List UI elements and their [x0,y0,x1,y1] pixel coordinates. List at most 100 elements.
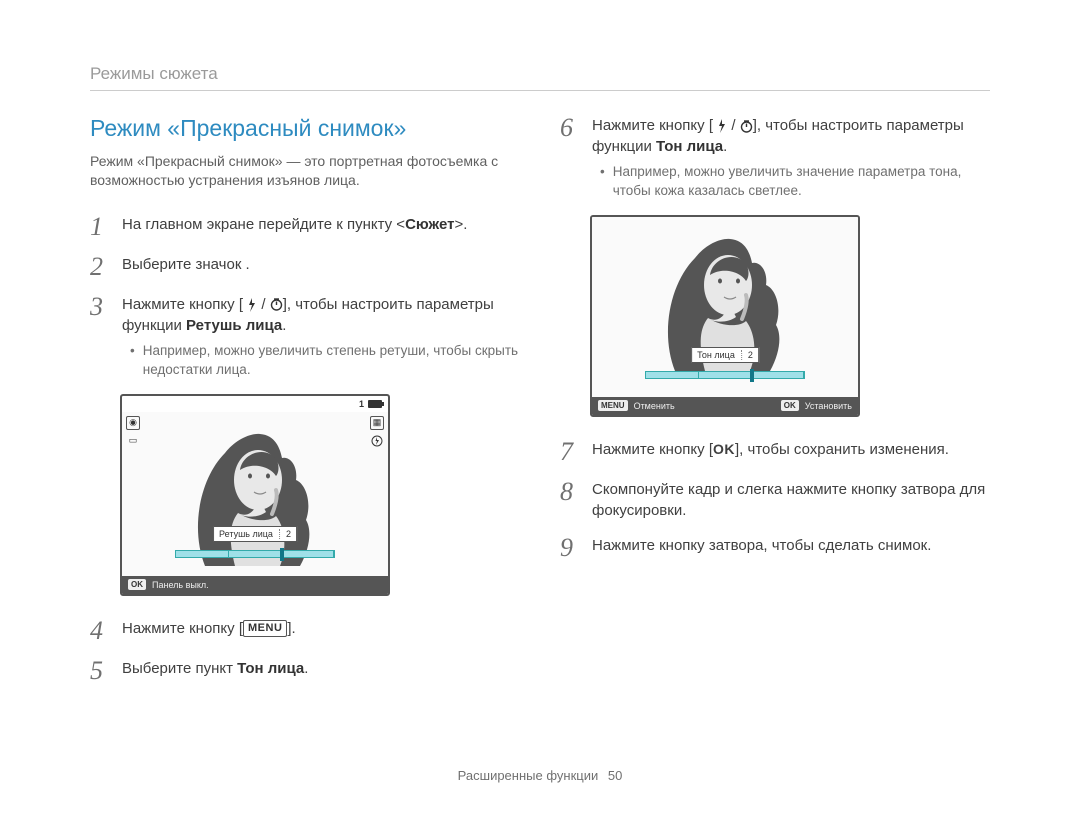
step-number: 6 [560,115,580,201]
page-footer: Расширенные функции 50 [0,768,1080,783]
step-text: На главном экране перейдите к пункту <Сю… [122,214,520,240]
lcd-screen: 1 ◉ ▭ ▦ [120,394,390,596]
param-value: 2 [286,529,291,539]
step-text-bold: Ретушь лица [186,317,282,334]
step-8: 8 Скомпонуйте кадр и слегка нажмите кноп… [560,479,990,521]
battery-icon [368,400,382,408]
lcd-foot-bar: MENU Отменить OK Установить [592,397,858,415]
step-text: Выберите значок . [122,254,520,280]
lcd-icon-col-left: ◉ ▭ [126,416,140,448]
step-number: 8 [560,479,580,521]
section-header: Режимы сюжета [90,64,990,84]
step-number: 1 [90,214,110,240]
slider-thumb [280,548,284,561]
step-2: 2 Выберите значок . [90,254,520,280]
step-9: 9 Нажмите кнопку затвора, чтобы сделать … [560,535,990,561]
mode-icon: ◉ [126,416,140,430]
step-6: 6 Нажмите кнопку [ / ], чтобы настроить … [560,115,990,201]
lcd-body: ◉ ▭ ▦ [122,412,388,576]
lcd-top-bar: 1 [122,396,388,412]
portrait-illustration [180,418,330,566]
two-column-layout: Режим «Прекрасный снимок» Режим «Прекрас… [90,115,990,698]
step-3: 3 Нажмите кнопку [ / ], чтобы настроить … [90,294,520,380]
timer-icon [270,298,283,311]
step-text-pre: На главном экране перейдите к пункту < [122,216,405,233]
step-text-post: ], чтобы сохранить изменения. [735,441,949,458]
step-text: Нажмите кнопку [ / ], чтобы настроить па… [122,294,520,380]
right-column: 6 Нажмите кнопку [ / ], чтобы настроить … [560,115,990,698]
footer-section: Расширенные функции [458,768,599,783]
step-text: Нажмите кнопку затвора, чтобы сделать сн… [592,535,990,561]
foot-text: Панель выкл. [152,580,209,590]
foot-cancel-text: Отменить [634,401,675,411]
slider-track [645,371,805,379]
left-column: Режим «Прекрасный снимок» Режим «Прекрас… [90,115,520,698]
slider-thumb [750,369,754,382]
step-text-pre: Нажмите кнопку [ [122,620,243,637]
slash: / [257,296,270,313]
step-number: 4 [90,618,110,644]
step-text: Нажмите кнопку [ / ], чтобы настроить па… [592,115,990,201]
foot-menu-label: MENU [598,400,628,411]
step-subbullet: • Например, можно увеличить степень рету… [122,342,520,380]
lcd-foot-bar: OK Панель выкл. [122,576,388,594]
slash: / [727,117,740,134]
param-value: 2 [748,350,753,360]
step-text-post: ]. [287,620,295,637]
timer-icon [740,120,753,133]
slider-track [175,550,335,558]
step-text-end: . [282,317,286,334]
foot-ok-label: OK [128,579,146,590]
step-text-end: . [723,138,727,155]
param-box: Ретушь лица 2 [213,526,297,542]
step-text-bold: Тон лица [656,138,723,155]
menu-button-glyph: MENU [243,620,287,637]
step-number: 5 [90,658,110,684]
subbullet-text: Например, можно увеличить степень ретуши… [143,342,520,380]
step-subbullet: • Например, можно увеличить значение пар… [592,163,990,201]
step-text-pre: Нажмите кнопку [ [122,296,243,313]
ok-button-glyph: OK [713,441,735,457]
step-text: Выберите пункт Тон лица. [122,658,520,684]
divider [90,90,990,91]
step-text: Скомпонуйте кадр и слегка нажмите кнопку… [592,479,990,521]
lcd-body: Тон лица 2 [592,217,858,397]
lcd-screen: Тон лица 2 MENU Отменить OK [590,215,860,417]
param-label: Тон лица [697,350,735,360]
lcd-top-one: 1 [359,399,364,409]
bullet-icon: • [600,163,605,201]
step-4: 4 Нажмите кнопку [MENU]. [90,618,520,644]
mode-title: Режим «Прекрасный снимок» [90,115,520,142]
step-text-pre: Нажмите кнопку [ [592,117,713,134]
subbullet-text: Например, можно увеличить значение парам… [613,163,990,201]
flash-icon [247,298,257,312]
step-1: 1 На главном экране перейдите к пункту <… [90,214,520,240]
param-divider [279,529,280,539]
step-text-pre: Нажмите кнопку [ [592,441,713,458]
lcd-figure-tone: Тон лица 2 MENU Отменить OK [590,215,990,417]
footer-page-number: 50 [608,768,622,783]
step-text: Нажмите кнопку [MENU]. [122,618,520,644]
step-number: 9 [560,535,580,561]
step-7: 7 Нажмите кнопку [OK], чтобы сохранить и… [560,439,990,465]
bullet-icon: • [130,342,135,380]
step-text-pre: Выберите пункт [122,660,237,677]
step-number: 7 [560,439,580,465]
param-divider [741,350,742,360]
step-text-bold: Сюжет [405,216,454,233]
step-text-post: . [304,660,308,677]
step-text-bold: Тон лица [237,660,304,677]
step-number: 3 [90,294,110,380]
lcd-icon-col-right: ▦ [370,416,384,448]
param-box: Тон лица 2 [691,347,759,363]
mode-intro: Режим «Прекрасный снимок» — это портретн… [90,152,520,190]
param-label: Ретушь лица [219,529,273,539]
flash-icon [717,119,727,133]
step-5: 5 Выберите пункт Тон лица. [90,658,520,684]
size-icon: ▭ [126,434,140,448]
step-text: Нажмите кнопку [OK], чтобы сохранить изм… [592,439,990,465]
flash-off-icon [370,434,384,448]
step-text-post: >. [454,216,467,233]
foot-ok-label: OK [781,400,799,411]
quality-icon: ▦ [370,416,384,430]
